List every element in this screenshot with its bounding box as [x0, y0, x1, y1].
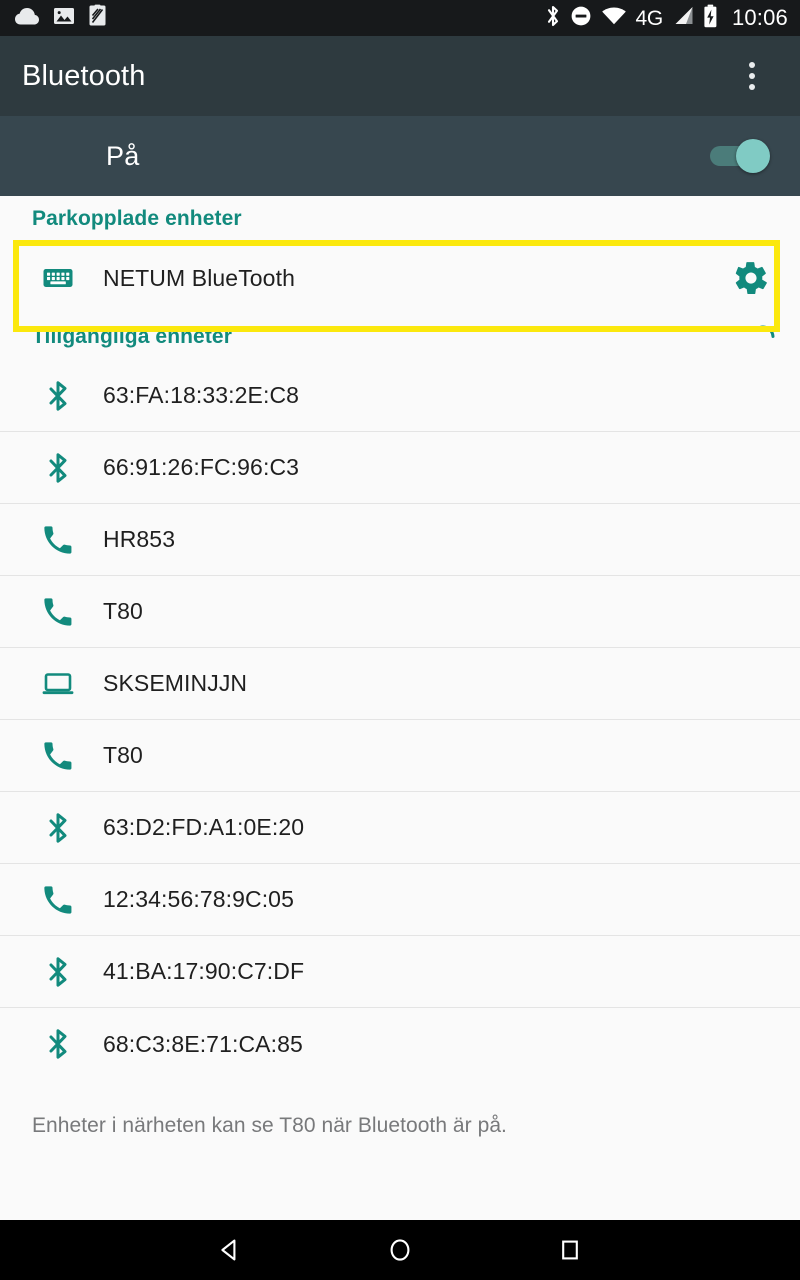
bluetooth-icon [38, 811, 78, 845]
bluetooth-icon [38, 955, 78, 989]
device-list-item[interactable]: 41:BA:17:90:C7:DF [0, 936, 800, 1008]
recents-square-icon[interactable] [485, 1220, 655, 1280]
paired-devices-header: Parkopplade enheter [0, 196, 800, 242]
available-devices-header-label: Tillgängliga enheter [32, 325, 232, 348]
android-screen: 4G 10:06 Bluetooth På Parkopplade enhete… [0, 0, 800, 1280]
phone-icon [38, 596, 78, 628]
device-list-item[interactable]: 66:91:26:FC:96:C3 [0, 432, 800, 504]
available-devices-list: 63:FA:18:33:2E:C8 66:91:26:FC:96:C3 HR85… [0, 360, 800, 1080]
paired-device-name: NETUM BlueTooth [103, 264, 295, 291]
status-bar-clock: 10:06 [731, 5, 788, 30]
settings-content: Parkopplade enheter NETUM BlueTooth Till… [0, 196, 800, 1220]
back-triangle-icon[interactable] [145, 1220, 315, 1280]
cloud-icon [14, 6, 40, 31]
device-list-item[interactable]: T80 [0, 576, 800, 648]
wifi-icon [601, 6, 627, 31]
mobile-signal-icon [672, 5, 694, 31]
status-bar-left-icons [14, 4, 107, 32]
app-bar: Bluetooth [0, 36, 800, 116]
available-devices-header: Tillgängliga enheter [0, 314, 800, 360]
navigation-bar [0, 1220, 800, 1280]
paired-device-row-netum[interactable]: NETUM BlueTooth [0, 242, 800, 314]
page-title: Bluetooth [22, 59, 146, 92]
screenshot-icon [88, 4, 107, 32]
device-name: 63:D2:FD:A1:0E:20 [103, 814, 305, 840]
photo-icon [53, 5, 75, 32]
device-list-item[interactable]: 63:FA:18:33:2E:C8 [0, 360, 800, 432]
phone-icon [38, 740, 78, 772]
device-name: 12:34:56:78:9C:05 [103, 886, 294, 912]
device-list-item[interactable]: 68:C3:8E:71:CA:85 [0, 1008, 800, 1080]
paired-devices-header-label: Parkopplade enheter [32, 207, 242, 230]
laptop-icon [38, 669, 78, 699]
bluetooth-state-label: På [106, 140, 140, 171]
device-name: 68:C3:8E:71:CA:85 [103, 1030, 303, 1057]
device-list-item[interactable]: T80 [0, 720, 800, 792]
bluetooth-icon [38, 1027, 78, 1061]
status-bar: 4G 10:06 [0, 0, 800, 36]
battery-charging-icon [703, 4, 718, 33]
phone-icon [38, 524, 78, 556]
do-not-disturb-icon [570, 5, 592, 32]
phone-icon [38, 884, 78, 916]
bluetooth-icon [38, 379, 78, 413]
more-vert-icon[interactable] [728, 52, 776, 100]
device-list-item[interactable]: SKSEMINJJN [0, 648, 800, 720]
device-name: SKSEMINJJN [103, 670, 248, 696]
switch-thumb [736, 139, 770, 173]
bluetooth-toggle-switch[interactable] [710, 139, 772, 173]
device-name: T80 [103, 742, 143, 768]
device-name: 66:91:26:FC:96:C3 [103, 454, 300, 480]
device-list-item[interactable]: HR853 [0, 504, 800, 576]
device-list-item[interactable]: 63:D2:FD:A1:0E:20 [0, 792, 800, 864]
available-devices-section: Tillgängliga enheter 63:FA:18:33:2E:C8 6… [0, 314, 800, 1080]
device-list-item[interactable]: 12:34:56:78:9C:05 [0, 864, 800, 936]
discoverability-note: Enheter i närheten kan se T80 när Blueto… [32, 1114, 507, 1137]
device-name: 63:FA:18:33:2E:C8 [103, 382, 300, 408]
bluetooth-icon [545, 4, 561, 33]
device-name: HR853 [103, 526, 176, 552]
home-circle-icon[interactable] [315, 1220, 485, 1280]
status-bar-right-icons: 4G 10:06 [545, 4, 788, 33]
device-name: 41:BA:17:90:C7:DF [103, 958, 305, 984]
scanning-spinner-icon [750, 324, 776, 350]
bluetooth-icon [38, 451, 78, 485]
device-name: T80 [103, 598, 143, 624]
gear-icon[interactable] [728, 255, 774, 301]
bluetooth-master-switch-row[interactable]: På [0, 116, 800, 196]
paired-devices-section: Parkopplade enheter NETUM BlueTooth [0, 196, 800, 332]
keyboard-icon [38, 261, 78, 295]
network-type-label: 4G [635, 6, 664, 30]
